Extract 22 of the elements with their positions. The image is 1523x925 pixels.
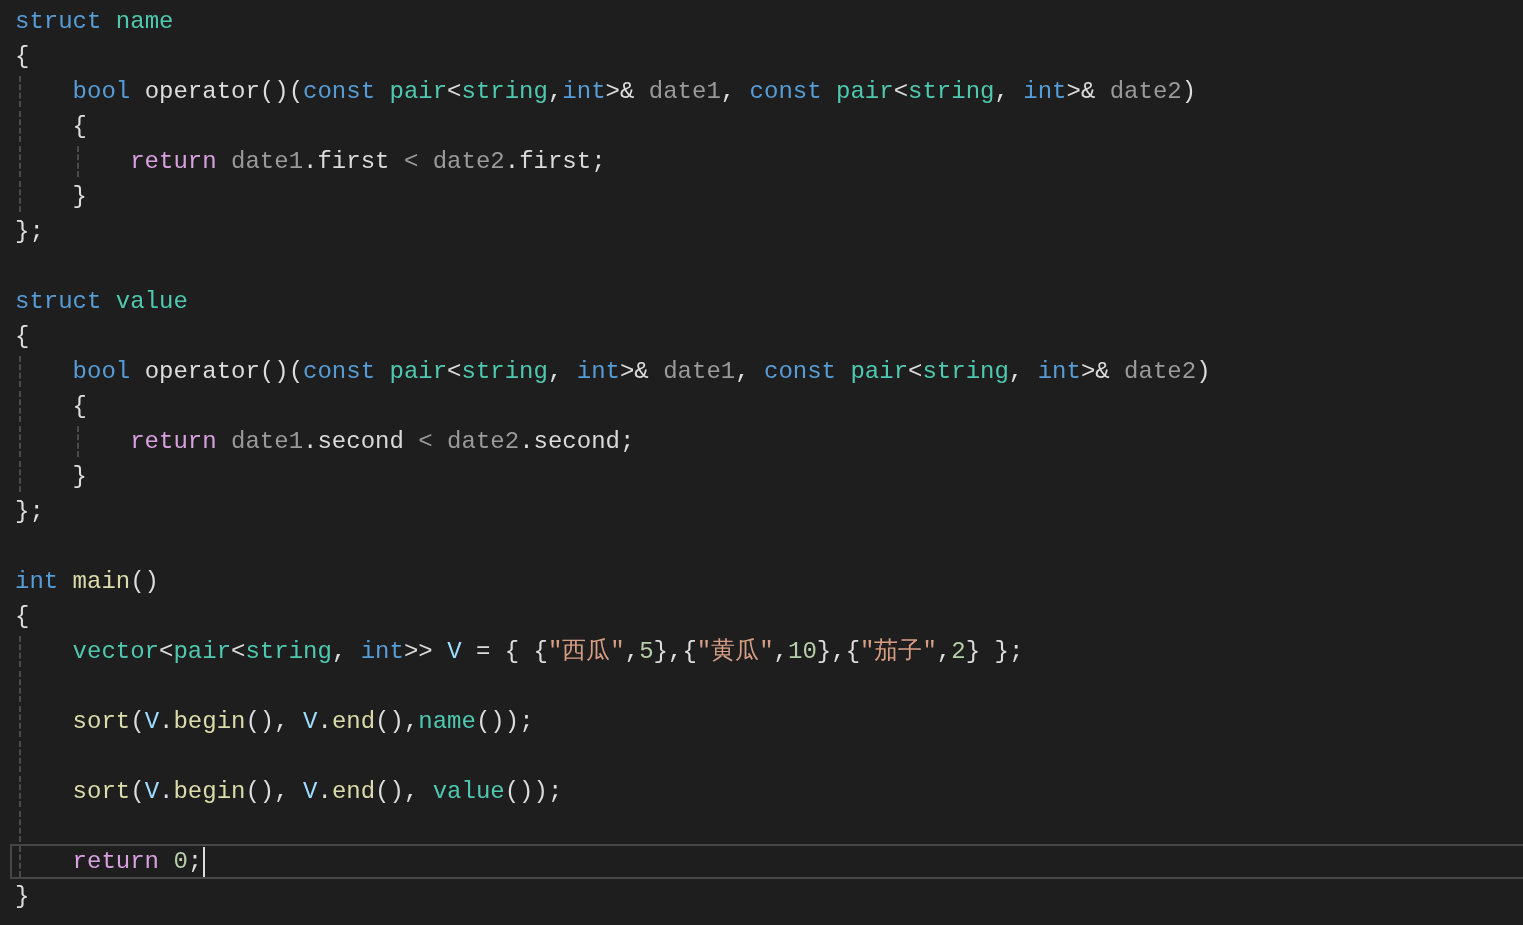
code-line: sort(V.begin(), V.end(),name()); bbox=[71, 707, 534, 737]
code-line: int main() bbox=[15, 567, 160, 597]
code-line: bool operator()(const pair<string,int>& date1, const pair<string, int>& date2) bbox=[71, 77, 1197, 107]
code-line: } bbox=[15, 882, 30, 912]
code-line: struct name bbox=[15, 7, 174, 37]
code-line: return 0; bbox=[71, 847, 203, 877]
code-line: vector<pair<string, int>> V = { {"西瓜",5},{"黄瓜",10},{"茄子",2} }; bbox=[71, 637, 1024, 667]
code-line: return date1.second < date2.second; bbox=[129, 427, 635, 457]
code-line: return date1.first < date2.first; bbox=[129, 147, 606, 177]
text-cursor bbox=[203, 846, 206, 877]
code-line: }; bbox=[15, 217, 44, 247]
code-line: sort(V.begin(), V.end(), value()); bbox=[71, 777, 563, 807]
code-line: { bbox=[15, 602, 30, 632]
code-line: } bbox=[71, 182, 87, 212]
code-line: { bbox=[15, 42, 30, 72]
code-line: }; bbox=[15, 497, 44, 527]
code-line: { bbox=[71, 392, 87, 422]
code-line: struct value bbox=[15, 287, 188, 317]
code-line: bool operator()(const pair<string, int>& date1, const pair<string, int>& date2) bbox=[71, 357, 1211, 387]
code-line: } bbox=[71, 462, 87, 492]
code-line: { bbox=[71, 112, 87, 142]
code-line: { bbox=[15, 322, 30, 352]
